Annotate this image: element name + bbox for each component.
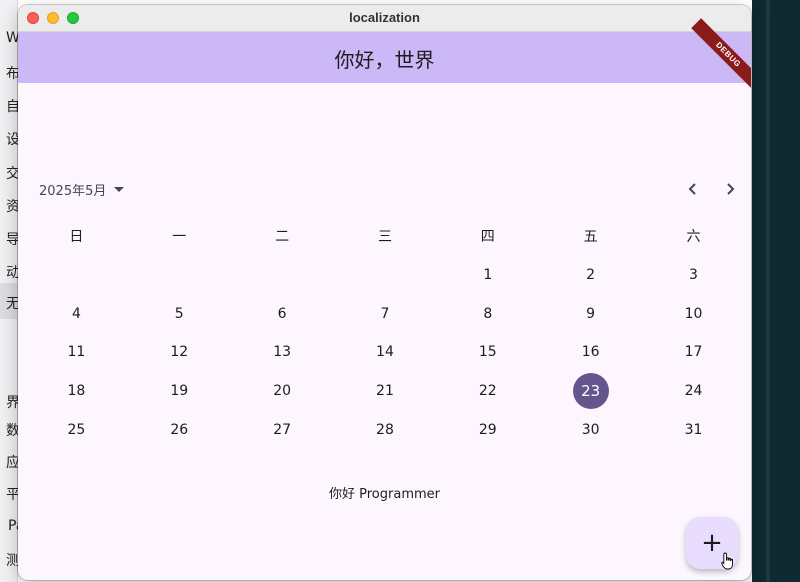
day-number: 24	[684, 383, 703, 400]
empty-day-cell	[128, 256, 231, 295]
day-number: 13	[273, 344, 292, 361]
day-number: 21	[376, 383, 394, 400]
day-cell[interactable]: 26	[128, 410, 231, 449]
weekday-header: 一	[172, 229, 187, 246]
day-cell[interactable]: 11	[25, 333, 128, 372]
day-cell[interactable]: 30	[539, 410, 642, 449]
weekday-header: 日	[69, 229, 84, 246]
day-cell[interactable]: 21	[334, 372, 437, 411]
day-cell[interactable]: 25	[25, 410, 128, 449]
day-cell[interactable]: 22	[436, 372, 539, 411]
day-number: 27	[273, 421, 292, 438]
day-number: 7	[380, 305, 390, 322]
empty-day-cell	[334, 256, 437, 295]
selected-day-cell[interactable]: 23	[539, 372, 642, 411]
day-cell[interactable]: 4	[25, 294, 128, 333]
app-bar-title: 你好，世界	[334, 48, 435, 72]
day-cell[interactable]: 9	[539, 294, 642, 333]
previous-month-button[interactable]	[679, 175, 707, 203]
day-cell[interactable]: 27	[231, 410, 334, 449]
day-cell[interactable]: 5	[128, 294, 231, 333]
plus-icon: +	[701, 528, 723, 558]
weekday-header: 五	[583, 229, 598, 246]
next-month-button[interactable]	[716, 175, 744, 203]
day-number: 17	[684, 344, 703, 361]
day-cell[interactable]: 24	[642, 372, 745, 411]
background-strip	[766, 0, 770, 582]
day-number: 9	[586, 305, 596, 322]
day-number: 12	[170, 344, 189, 361]
day-number: 31	[684, 421, 703, 438]
day-number: 6	[277, 305, 287, 322]
title-bar: localization	[18, 5, 751, 32]
day-cell[interactable]: 13	[231, 333, 334, 372]
day-cell[interactable]: 16	[539, 333, 642, 372]
day-number: 10	[684, 305, 703, 322]
day-cell[interactable]: 8	[436, 294, 539, 333]
hand-cursor-icon	[721, 552, 733, 570]
greeting-text: 你好 Programmer	[329, 487, 440, 502]
day-number: 3	[689, 267, 698, 284]
day-number: 20	[273, 383, 292, 400]
empty-day-cell	[231, 256, 334, 295]
calendar-grid: 日一二三四五六 1 2 3 4 5 6 7 8 9 10 11 12 13 14 15 16 17 18 19 20 21…	[25, 217, 745, 449]
chevron-left-icon	[688, 183, 696, 195]
month-year-label: 2025年5月	[39, 183, 107, 199]
weekday-header: 四	[480, 229, 495, 246]
background-window-left: W 布自设交资导动无界数应平 Pa 测	[0, 0, 24, 582]
day-number: 28	[376, 421, 394, 438]
day-number: 22	[478, 383, 497, 400]
weekday-header: 三	[377, 229, 392, 246]
day-cell[interactable]: 29	[436, 410, 539, 449]
day-cell[interactable]: 20	[231, 372, 334, 411]
day-number: 11	[67, 344, 86, 361]
day-number: 14	[376, 344, 394, 361]
background-window-right	[752, 0, 800, 582]
weekday-header: 六	[686, 229, 701, 246]
app-window: localization 你好，世界 DEBUG 2025年5月 日 一 二 三 四 五 六…	[18, 5, 751, 580]
day-number: 25	[67, 421, 86, 438]
app-bar: 你好，世界 DEBUG	[18, 18, 751, 92]
day-cell[interactable]: 15	[436, 333, 539, 372]
day-number: 2	[586, 267, 596, 284]
day-cell[interactable]: 12	[128, 333, 231, 372]
day-number: 8	[483, 305, 493, 322]
day-cell[interactable]: 28	[334, 410, 437, 449]
day-cell[interactable]: 19	[128, 372, 231, 411]
day-cell[interactable]: 31	[642, 410, 745, 449]
day-cell[interactable]: 2	[539, 256, 642, 295]
day-cell[interactable]: 1	[436, 256, 539, 295]
day-number: 5	[174, 305, 184, 322]
day-cell[interactable]: 17	[642, 333, 745, 372]
weekday-header: 二	[275, 229, 290, 246]
day-number: 4	[71, 305, 81, 322]
day-number: 16	[581, 344, 600, 361]
day-number: 23	[572, 373, 609, 410]
chevron-right-icon	[727, 183, 735, 195]
day-number: 19	[170, 383, 189, 400]
day-cell[interactable]: 3	[642, 256, 745, 295]
empty-day-cell	[25, 256, 128, 295]
day-number: 15	[478, 344, 497, 361]
day-number: 1	[483, 267, 493, 284]
day-cell[interactable]: 10	[642, 294, 745, 333]
month-year-picker[interactable]: 2025年5月	[39, 178, 125, 200]
day-cell[interactable]: 7	[334, 294, 437, 333]
day-number: 26	[170, 421, 189, 438]
day-cell[interactable]: 14	[334, 333, 437, 372]
day-cell[interactable]: 18	[25, 372, 128, 411]
day-number: 29	[478, 421, 497, 438]
window-title: localization	[349, 10, 420, 25]
day-number: 30	[581, 421, 600, 438]
dropdown-caret-icon	[114, 186, 125, 192]
day-cell[interactable]: 6	[231, 294, 334, 333]
day-number: 18	[67, 383, 86, 400]
